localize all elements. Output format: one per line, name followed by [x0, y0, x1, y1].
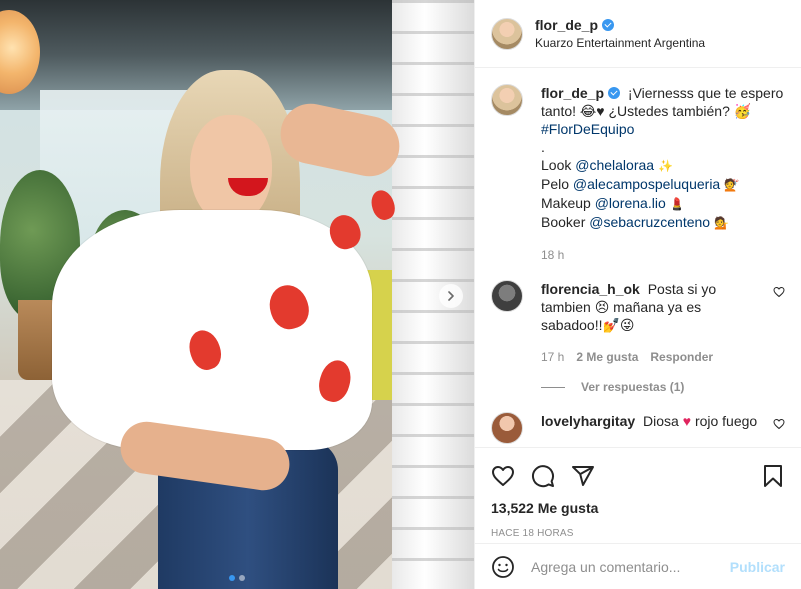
caption-time[interactable]: 18 h	[541, 246, 564, 264]
caption-meta: 18 h	[541, 246, 785, 264]
post-photo[interactable]	[0, 0, 474, 589]
comment-like-button[interactable]	[773, 418, 785, 430]
credit-line: Pelo @alecampospeluqueria 💇	[541, 175, 785, 194]
instagram-post: flor_de_p Kuarzo Entertainment Argentina…	[0, 0, 801, 589]
publish-button[interactable]: Publicar	[730, 559, 785, 575]
action-icons	[491, 456, 785, 496]
photo-face	[190, 115, 272, 225]
heart-outline-icon	[773, 286, 785, 298]
caption-body: flor_de_p ¡Viernesss que te espero tanto…	[541, 84, 785, 264]
carousel-next-icon	[448, 291, 454, 301]
reply-button[interactable]: Responder	[650, 348, 713, 366]
post-sidebar: flor_de_p Kuarzo Entertainment Argentina…	[474, 0, 801, 589]
credit-handle[interactable]: @alecampospeluqueria	[573, 176, 720, 192]
add-comment-bar: Publicar	[475, 543, 801, 589]
comment-input[interactable]	[531, 558, 730, 575]
comment-text: Diosa	[643, 413, 679, 429]
photo-blouse	[52, 210, 372, 450]
carousel-dot	[239, 575, 245, 581]
comment-username[interactable]: lovelyhargitay	[541, 413, 635, 429]
post-actions: 13,522 Me gusta HACE 18 HORAS Publicar	[475, 447, 801, 589]
post-header: flor_de_p Kuarzo Entertainment Argentina	[475, 0, 801, 68]
caption: flor_de_p ¡Viernesss que te espero tanto…	[491, 84, 785, 264]
comment: lovelyhargitay Diosa ♥ rojo fuego	[491, 412, 785, 444]
credit-handle[interactable]: @lorena.lio	[595, 195, 666, 211]
post-time[interactable]: HACE 18 HORAS	[491, 528, 785, 539]
comment-username[interactable]: florencia_h_ok	[541, 281, 640, 297]
like-count[interactable]: 13,522 Me gusta	[491, 500, 785, 516]
comment-likes[interactable]: 2 Me gusta	[576, 348, 638, 366]
comments-list[interactable]: flor_de_p ¡Viernesss que te espero tanto…	[475, 68, 801, 447]
like-button[interactable]	[491, 456, 531, 496]
author-avatar[interactable]	[491, 17, 523, 50]
credit-handle[interactable]: @chelaloraa	[575, 157, 654, 173]
emoji-smiley-icon	[492, 555, 514, 578]
bookmark-icon	[764, 465, 782, 487]
comment-heart-emoji: ♥	[682, 413, 692, 429]
commenter-avatar[interactable]	[491, 412, 523, 444]
commenter-avatar[interactable]	[491, 280, 523, 312]
credit-line: Makeup @lorena.lio 💄	[541, 194, 785, 213]
heart-outline-icon	[773, 418, 785, 430]
post-location[interactable]: Kuarzo Entertainment Argentina	[535, 34, 705, 52]
verified-badge-icon	[602, 18, 615, 31]
like-heart-icon	[492, 466, 514, 486]
credit-emoji: ✨	[657, 159, 673, 173]
caption-username[interactable]: flor_de_p	[541, 85, 604, 101]
credit-emoji: 💄	[669, 197, 685, 211]
caption-hashtag[interactable]: #FlorDeEquipo	[541, 121, 634, 137]
credit-line: Booker @sebacruzcenteno 💁	[541, 213, 785, 232]
credit-label: Look	[541, 157, 572, 173]
share-button[interactable]	[571, 456, 611, 496]
carousel-next-button[interactable]	[439, 284, 463, 308]
credit-handle[interactable]: @sebacruzcenteno	[589, 214, 710, 230]
comment-meta: 17 h 2 Me gusta Responder	[541, 348, 765, 366]
credit-emoji: 💁	[713, 216, 729, 230]
carousel-dot	[229, 575, 235, 581]
comment-bubble-icon	[532, 465, 554, 488]
carousel-indicator	[0, 575, 474, 581]
comment-text: rojo fuego	[694, 413, 758, 429]
comment-body: florencia_h_ok Posta si yo tambien 😣 mañ…	[541, 280, 765, 366]
credit-label: Pelo	[541, 176, 570, 192]
comment-body: lovelyhargitay Diosa ♥ rojo fuego	[541, 412, 765, 444]
comment-time[interactable]: 17 h	[541, 348, 564, 366]
comment-button[interactable]	[531, 456, 571, 496]
comment: florencia_h_ok Posta si yo tambien 😣 mañ…	[491, 280, 785, 366]
caption-separator: .	[541, 139, 545, 155]
credit-line: Look @chelaloraa ✨	[541, 156, 785, 175]
credit-label: Booker	[541, 214, 586, 230]
share-paper-plane-icon	[572, 466, 594, 486]
comment-like-button[interactable]	[773, 286, 785, 298]
emoji-picker-button[interactable]	[491, 547, 515, 587]
save-button[interactable]	[745, 456, 785, 496]
credit-label: Makeup	[541, 195, 591, 211]
verified-badge-icon	[608, 87, 621, 99]
author-username[interactable]: flor_de_p	[535, 17, 598, 33]
view-replies-button[interactable]: Ver respuestas (1)	[541, 380, 785, 394]
author-info: flor_de_p Kuarzo Entertainment Argentina	[535, 16, 705, 52]
credit-emoji: 💇	[724, 178, 740, 192]
author-avatar[interactable]	[491, 84, 523, 116]
